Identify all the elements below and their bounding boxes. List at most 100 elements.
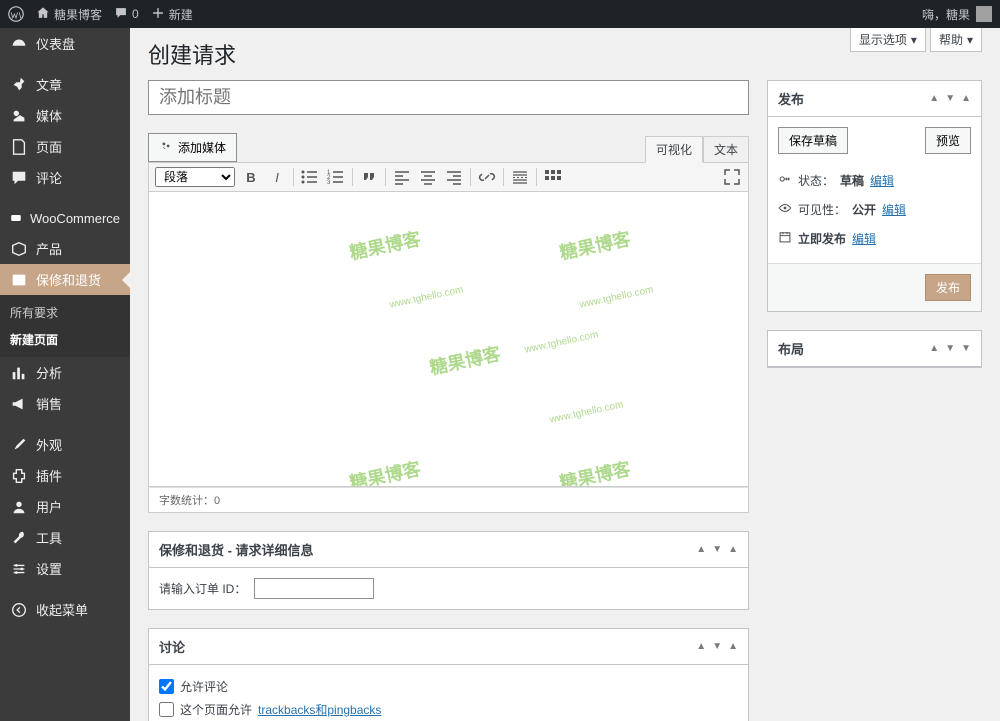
sidebar-item-products[interactable]: 产品 [0, 233, 130, 264]
details-postbox: 保修和退货 - 请求详细信息 ▲ ▼ ▲ 请输入订单 ID： [148, 531, 749, 610]
sidebar-item-media[interactable]: 媒体 [0, 100, 130, 131]
sidebar-item-label: 收起菜单 [36, 600, 88, 619]
bullet-list-button[interactable] [300, 167, 320, 187]
plugin-icon [10, 467, 28, 485]
post-title-input[interactable] [148, 80, 749, 115]
order-id-input[interactable] [254, 578, 374, 599]
publish-postbox: 发布 ▲ ▼ ▲ 保存草稿 预览 状态： 草稿 [767, 80, 982, 312]
account-menu[interactable]: 嗨，糖果 [922, 6, 992, 23]
avatar [976, 6, 992, 22]
sidebar-item-sales[interactable]: 销售 [0, 388, 130, 419]
woo-icon [10, 209, 22, 227]
sidebar-item-analytics[interactable]: 分析 [0, 357, 130, 388]
site-home-link[interactable]: 糖果博客 [36, 6, 102, 23]
link-button[interactable] [477, 167, 497, 187]
submenu-new[interactable]: 新建页面 [0, 326, 130, 353]
fullscreen-button[interactable] [722, 167, 742, 187]
toggle-button[interactable]: ▼ [961, 343, 971, 354]
preview-button[interactable]: 预览 [925, 127, 971, 154]
postbox-title: 保修和退货 - 请求详细信息 [159, 540, 314, 559]
media-icon [10, 107, 28, 125]
allow-comments-checkbox[interactable] [159, 679, 174, 694]
toggle-button[interactable]: ▲ [961, 93, 971, 104]
readmore-button[interactable] [510, 167, 530, 187]
move-down-button[interactable]: ▼ [712, 544, 722, 555]
move-up-button[interactable]: ▲ [696, 641, 706, 652]
screen-options-button[interactable]: 显示选项 ▾ [850, 28, 926, 52]
status-value: 草稿 [840, 172, 864, 189]
sidebar-item-dashboard[interactable]: 仪表盘 [0, 28, 130, 59]
blockquote-button[interactable] [359, 167, 379, 187]
italic-button[interactable]: I [267, 167, 287, 187]
editor-content[interactable]: 糖果博客 糖果博客 www.tghello.com www.tghello.co… [148, 192, 749, 487]
bold-button[interactable]: B [241, 167, 261, 187]
edit-status-link[interactable]: 编辑 [870, 172, 894, 189]
postbox-title: 布局 [778, 339, 804, 358]
sidebar-item-posts[interactable]: 文章 [0, 69, 130, 100]
wp-logo[interactable] [8, 6, 24, 22]
comments-link[interactable]: 0 [114, 6, 139, 23]
megaphone-icon [10, 395, 28, 413]
sidebar-item-tools[interactable]: 工具 [0, 522, 130, 553]
sidebar-item-plugins[interactable]: 插件 [0, 460, 130, 491]
sidebar-item-label: 分析 [36, 363, 62, 382]
sidebar-item-warranty[interactable]: 保修和退货 [0, 264, 130, 295]
sidebar-item-label: 仪表盘 [36, 34, 75, 53]
layout-postbox: 布局 ▲ ▼ ▼ [767, 330, 982, 368]
sidebar-item-woocommerce[interactable]: WooCommerce [0, 203, 130, 233]
help-button[interactable]: 帮助 ▾ [930, 28, 982, 52]
sidebar-item-label: 用户 [36, 497, 62, 516]
move-up-button[interactable]: ▲ [696, 544, 706, 555]
sidebar-item-label: 媒体 [36, 106, 62, 125]
add-media-button[interactable]: 添加媒体 [148, 133, 237, 162]
save-draft-button[interactable]: 保存草稿 [778, 127, 848, 154]
page-icon [10, 138, 28, 156]
move-down-button[interactable]: ▼ [945, 343, 955, 354]
new-link[interactable]: 新建 [151, 6, 193, 23]
toolbar-toggle-button[interactable] [543, 167, 563, 187]
home-icon [36, 6, 50, 23]
brush-icon [10, 436, 28, 454]
move-down-button[interactable]: ▼ [945, 93, 955, 104]
publish-button[interactable]: 发布 [925, 274, 971, 301]
sidebar-submenu: 所有要求 新建页面 [0, 295, 130, 357]
toggle-button[interactable]: ▲ [728, 544, 738, 555]
number-list-button[interactable]: 123 [326, 167, 346, 187]
sidebar-item-collapse[interactable]: 收起菜单 [0, 594, 130, 625]
pin-icon [10, 76, 28, 94]
tab-text[interactable]: 文本 [703, 136, 749, 162]
submenu-all[interactable]: 所有要求 [0, 299, 130, 326]
sidebar-item-label: 插件 [36, 466, 62, 485]
move-down-button[interactable]: ▼ [712, 641, 722, 652]
sidebar-item-users[interactable]: 用户 [0, 491, 130, 522]
align-center-button[interactable] [418, 167, 438, 187]
dashboard-icon [10, 35, 28, 53]
sidebar-item-label: 工具 [36, 528, 62, 547]
sidebar-item-appearance[interactable]: 外观 [0, 429, 130, 460]
align-left-button[interactable] [392, 167, 412, 187]
site-name: 糖果博客 [54, 6, 102, 23]
edit-schedule-link[interactable]: 编辑 [852, 230, 876, 247]
media-icon [159, 139, 173, 156]
move-up-button[interactable]: ▲ [929, 93, 939, 104]
sidebar-item-comments[interactable]: 评论 [0, 162, 130, 193]
align-right-button[interactable] [444, 167, 464, 187]
eye-icon [778, 201, 792, 218]
move-up-button[interactable]: ▲ [929, 343, 939, 354]
product-icon [10, 240, 28, 258]
warranty-icon [10, 271, 28, 289]
admin-sidebar: 仪表盘 文章 媒体 页面 评论 WooCommerce 产品 保修和退货 所有要… [0, 28, 130, 721]
trackbacks-link[interactable]: trackbacks和pingbacks [258, 701, 381, 718]
sidebar-item-label: 文章 [36, 75, 62, 94]
edit-visibility-link[interactable]: 编辑 [882, 201, 906, 218]
sidebar-item-label: 产品 [36, 239, 62, 258]
tab-visual[interactable]: 可视化 [645, 136, 703, 163]
allow-pings-checkbox[interactable] [159, 702, 174, 717]
toggle-button[interactable]: ▲ [728, 641, 738, 652]
order-id-label: 请输入订单 ID： [159, 582, 246, 596]
paragraph-select[interactable]: 段落 [155, 167, 235, 187]
wrench-icon [10, 529, 28, 547]
sidebar-item-settings[interactable]: 设置 [0, 553, 130, 584]
sidebar-item-pages[interactable]: 页面 [0, 131, 130, 162]
calendar-icon [778, 230, 792, 247]
